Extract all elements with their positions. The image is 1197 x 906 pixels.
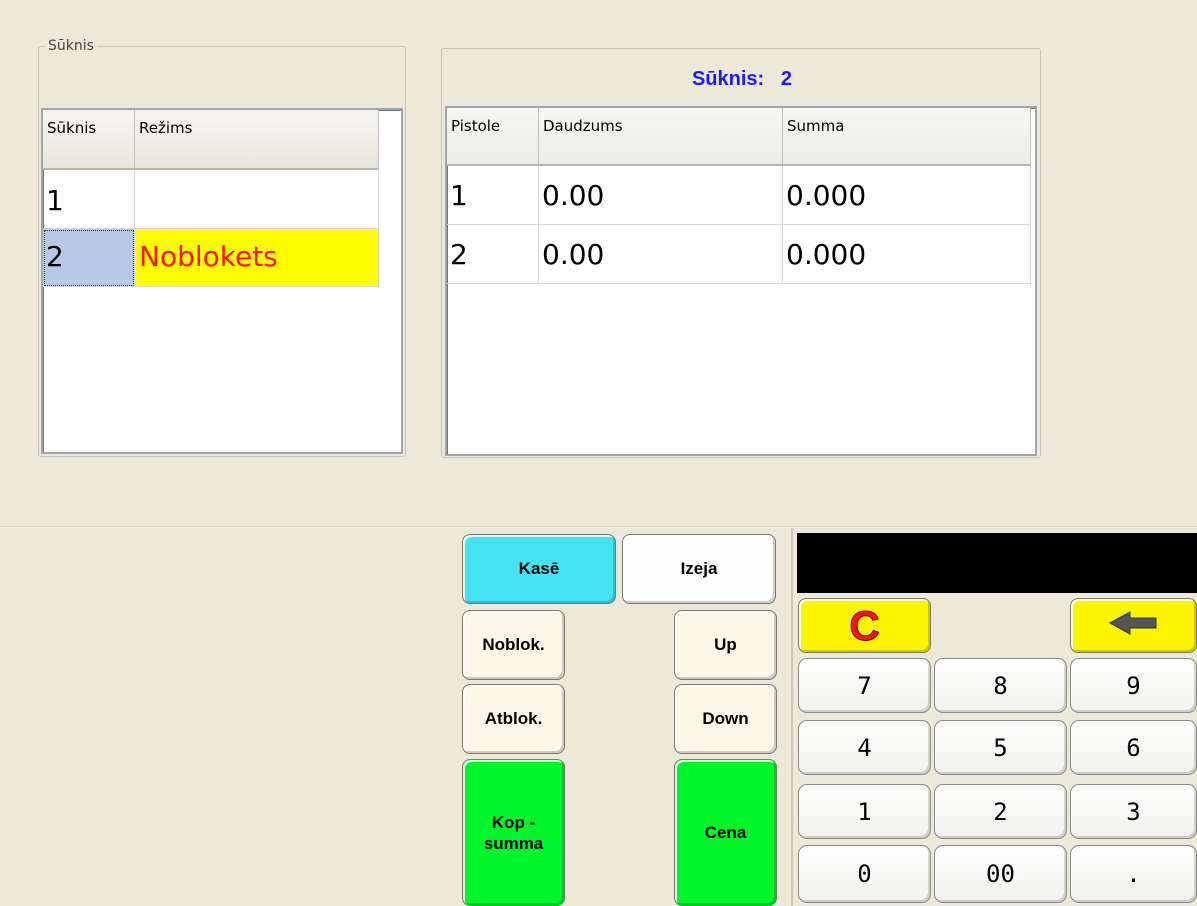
total-sum-label-line2: summa (483, 833, 544, 853)
quantity-cell[interactable]: 0.00 (539, 225, 783, 284)
key-9[interactable]: 9 (1070, 658, 1197, 713)
price-button[interactable]: Cena (674, 759, 777, 906)
key-5[interactable]: 5 (934, 720, 1067, 775)
up-button[interactable]: Up (674, 610, 777, 680)
key-0[interactable]: 0 (798, 845, 931, 903)
nozzle-grid: Pistole Daudzums Summa 1 0.00 0.000 2 0.… (445, 106, 1037, 456)
key-1[interactable]: 1 (798, 784, 931, 839)
kase-button[interactable]: Kasē (462, 534, 616, 604)
key-8[interactable]: 8 (934, 658, 1067, 713)
key-7[interactable]: 7 (798, 658, 931, 713)
key-decimal-point[interactable]: . (1070, 845, 1197, 903)
backspace-button[interactable] (1070, 598, 1197, 653)
mode-cell-blocked[interactable]: Noblokets (135, 229, 379, 287)
clear-button[interactable]: C (798, 598, 931, 653)
mode-cell[interactable] (135, 170, 379, 229)
sum-cell[interactable]: 0.000 (783, 166, 1031, 225)
quantity-cell[interactable]: 0.00 (539, 166, 783, 225)
quantity-column-header[interactable]: Daudzums (539, 108, 783, 166)
pump-cell[interactable]: 1 (43, 170, 135, 229)
pump-column-header[interactable]: Sūknis (43, 110, 135, 170)
nozzle-cell[interactable]: 2 (447, 225, 539, 284)
sum-cell[interactable]: 0.000 (783, 225, 1031, 284)
pump-group-legend: Sūknis (45, 38, 97, 54)
key-4[interactable]: 4 (798, 720, 931, 775)
pump-title-label: Sūknis: (691, 68, 765, 90)
nozzle-column-header[interactable]: Pistole (447, 108, 539, 166)
pump-cell-selected[interactable]: 2 (43, 229, 135, 287)
total-sum-button[interactable]: Kop - summa (462, 759, 565, 906)
key-3[interactable]: 3 (1070, 784, 1197, 839)
down-button[interactable]: Down (674, 684, 777, 754)
sum-column-header[interactable]: Summa (783, 108, 1031, 166)
pump-grid: Sūknis Režims 1 2 Noblokets (41, 108, 403, 454)
pump-title-value: 2 (780, 68, 793, 90)
key-00[interactable]: 00 (934, 845, 1067, 903)
total-sum-label-line1: Kop - (491, 812, 536, 832)
exit-button[interactable]: Izeja (622, 534, 776, 604)
keypad-display (797, 533, 1197, 593)
nozzle-cell[interactable]: 1 (447, 166, 539, 225)
mode-column-header[interactable]: Režims (135, 110, 379, 170)
block-button[interactable]: Noblok. (462, 610, 565, 680)
clear-label: C (849, 601, 880, 649)
left-arrow-icon (1108, 610, 1160, 641)
key-6[interactable]: 6 (1070, 720, 1197, 775)
unblock-button[interactable]: Atblok. (462, 684, 565, 754)
key-2[interactable]: 2 (934, 784, 1067, 839)
panel-title: Sūknis: 2 (442, 59, 1042, 99)
